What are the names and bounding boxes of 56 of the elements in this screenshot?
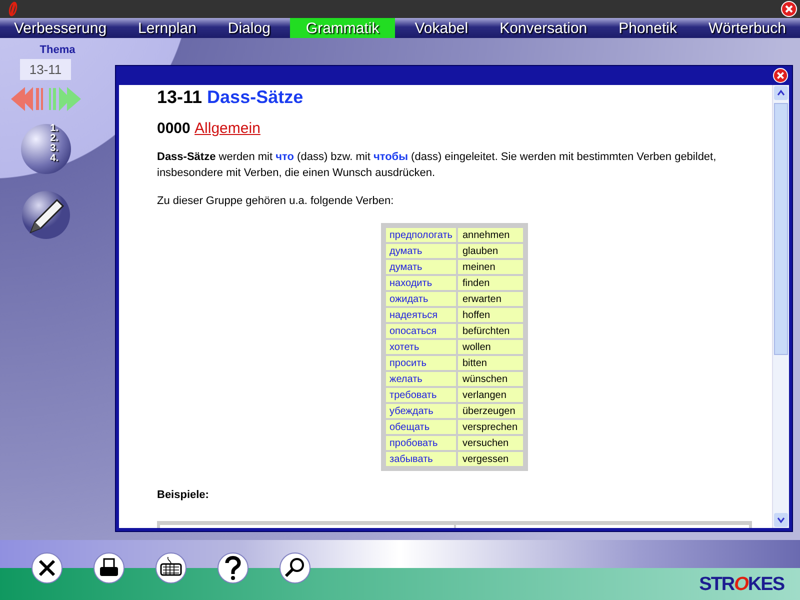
app-logo-icon (8, 1, 18, 17)
table-cell: erwarten (458, 292, 524, 306)
brand-logo: STROKES (699, 574, 784, 596)
table-cell: требовать (386, 388, 456, 402)
table-cell: обещать (386, 420, 456, 434)
nav-tab[interactable]: Konversation (488, 18, 600, 38)
table-cell: опосаться (386, 324, 456, 338)
nav-tab[interactable]: Phonetik (606, 18, 689, 38)
nav-tab[interactable]: Wörterbuch (696, 18, 798, 38)
table-cell: hoffen (458, 308, 524, 322)
table-cell: думать (386, 244, 456, 258)
table-cell: думать (386, 260, 456, 274)
table-cell: versprechen (458, 420, 524, 434)
table-cell: überzeugen (458, 404, 524, 418)
section-number: 0000 (157, 120, 190, 137)
table-cell: пробовать (386, 436, 456, 450)
table-cell: meinen (458, 260, 524, 274)
examples-heading: Beispiele: (157, 489, 210, 501)
table-cell: verlangen (458, 388, 524, 402)
table-cell: надеяться (386, 308, 456, 322)
section-link[interactable]: Allgemein (194, 120, 260, 137)
article-title: 13-11 Dass-Sätze (157, 87, 304, 108)
topic-field: 13-11 (20, 59, 71, 80)
numbered-list-button[interactable]: 1. 2. 3. 4. (20, 124, 70, 174)
keyboard-icon[interactable] (155, 552, 187, 584)
table-cell: wünschen (458, 372, 524, 386)
table-cell: befürchten (458, 324, 524, 338)
scroll-down-icon[interactable] (774, 513, 788, 527)
table-cell: предпологать (386, 228, 456, 242)
table-cell: ожидать (386, 292, 456, 306)
scroll-up-icon[interactable] (774, 86, 788, 100)
table-cell: хотеть (386, 340, 456, 354)
printer-icon[interactable] (93, 552, 125, 584)
help-icon[interactable] (217, 552, 249, 584)
table-cell: versuchen (458, 436, 524, 450)
table-cell: желать (386, 372, 456, 386)
table-cell: vergessen (458, 452, 524, 466)
table-cell: забывать (386, 452, 456, 466)
nav-tab[interactable]: Dialog (216, 18, 282, 38)
table-cell: bitten (458, 356, 524, 370)
search-icon[interactable] (279, 552, 311, 584)
table-cell: убеждать (386, 404, 456, 418)
table-cell: находить (386, 276, 456, 290)
list-intro-text: Zu dieser Gruppe gehören u.a. folgende Verben: (157, 194, 395, 209)
table-cell: annehmen (458, 228, 524, 242)
table-cell: просить (386, 356, 456, 370)
nav-tab[interactable]: Lernplan (126, 18, 208, 38)
topic-label: Thema (40, 44, 76, 56)
table-cell: finden (458, 276, 524, 290)
pencil-icon[interactable] (20, 190, 70, 240)
table-cell: glauben (458, 244, 524, 258)
nav-tab[interactable]: Verbesserung (2, 18, 119, 38)
close-icon[interactable] (31, 552, 63, 584)
table-cell: wollen (458, 340, 524, 354)
intro-paragraph: Dass-Sätze werden mit что (dass) bzw. mit чтобы (dass) eingeleitet. Sie werden mit bestimmten Verben gebildet, insbesondere mit Verben, die einen Wunsch ausdrücken. (157, 150, 718, 181)
nav-tab[interactable]: Vokabel (402, 18, 480, 38)
